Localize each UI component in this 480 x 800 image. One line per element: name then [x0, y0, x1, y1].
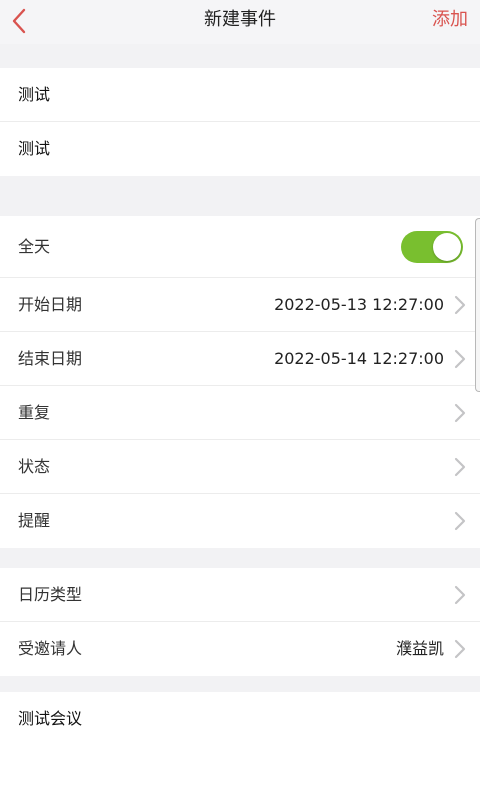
new-event-screen: 新建事件 添加 测试 测试 全天 开始日期 2022-05-13 12:27:0… — [0, 0, 480, 800]
invitee-value: 濮益凯 — [395, 639, 444, 658]
status-label: 状态 — [18, 457, 51, 476]
chevron-right-icon — [454, 403, 466, 423]
repeat-row[interactable]: 重复 — [0, 386, 480, 440]
all-day-label: 全天 — [18, 237, 51, 256]
title-row[interactable]: 测试 — [0, 68, 480, 122]
start-date-value: 2022-05-13 12:27:00 — [274, 295, 444, 314]
invitee-row[interactable]: 受邀请人 濮益凯 — [0, 622, 480, 676]
page-title: 新建事件 — [204, 9, 276, 30]
chevron-right-icon — [454, 295, 466, 315]
basic-info-group: 测试 测试 — [0, 68, 480, 176]
notes-field[interactable]: 测试会议 — [18, 692, 82, 746]
start-date-row[interactable]: 开始日期 2022-05-13 12:27:00 — [0, 278, 480, 332]
location-row[interactable]: 测试 — [0, 122, 480, 176]
chevron-right-icon — [454, 457, 466, 477]
invitee-label: 受邀请人 — [18, 639, 83, 658]
navigation-bar: 新建事件 添加 — [0, 0, 480, 44]
chevron-right-icon — [454, 639, 466, 659]
time-settings-group: 全天 开始日期 2022-05-13 12:27:00 结束日期 2022-05… — [0, 216, 480, 548]
calendar-type-label: 日历类型 — [18, 585, 83, 604]
status-row[interactable]: 状态 — [0, 440, 480, 494]
repeat-label: 重复 — [18, 403, 51, 422]
end-date-value: 2022-05-14 12:27:00 — [274, 349, 444, 368]
toggle-knob — [433, 233, 461, 261]
notes-group: 测试会议 — [0, 692, 480, 800]
calendar-group: 日历类型 受邀请人 濮益凯 — [0, 568, 480, 676]
location-field[interactable]: 测试 — [18, 122, 50, 176]
calendar-type-row[interactable]: 日历类型 — [0, 568, 480, 622]
end-date-row[interactable]: 结束日期 2022-05-14 12:27:00 — [0, 332, 480, 386]
chevron-right-icon — [454, 585, 466, 605]
all-day-row: 全天 — [0, 216, 480, 278]
start-date-label: 开始日期 — [18, 295, 83, 314]
add-button[interactable]: 添加 — [432, 0, 468, 40]
title-field[interactable]: 测试 — [18, 68, 50, 122]
reminder-label: 提醒 — [18, 511, 51, 530]
scroll-indicator — [475, 218, 480, 392]
end-date-label: 结束日期 — [18, 349, 83, 368]
reminder-row[interactable]: 提醒 — [0, 494, 480, 548]
chevron-right-icon — [454, 349, 466, 369]
chevron-right-icon — [454, 511, 466, 531]
notes-row[interactable]: 测试会议 — [0, 692, 480, 746]
all-day-toggle[interactable] — [401, 231, 463, 263]
